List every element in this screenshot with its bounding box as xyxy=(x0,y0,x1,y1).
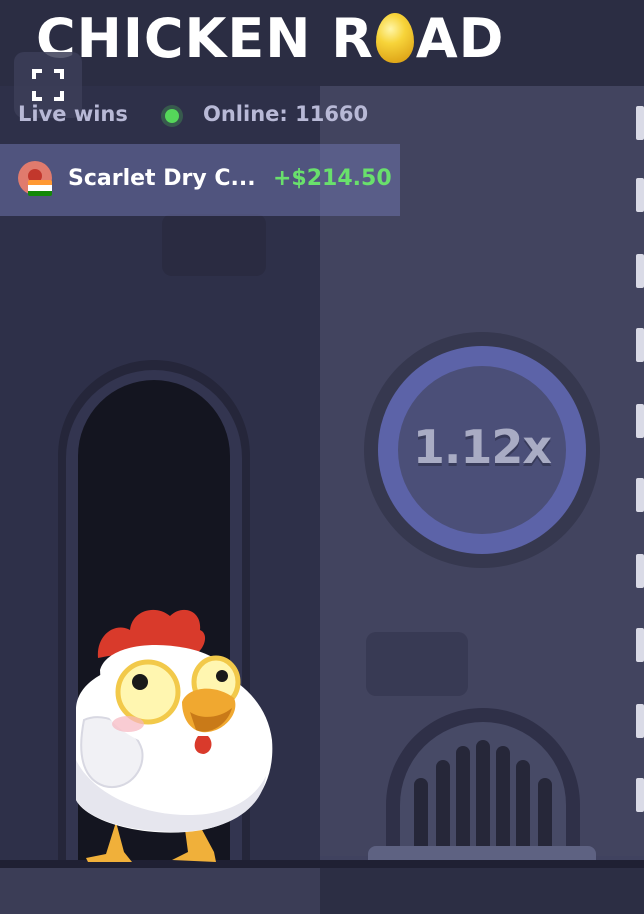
online-status-dot xyxy=(165,109,179,123)
winner-name: Scarlet Dry C... xyxy=(68,166,256,191)
lane-dash xyxy=(636,328,644,362)
game-stage: 1.12x CHICKEN R AD Live wins Online: 116… xyxy=(0,0,644,914)
online-count: Online: 11660 xyxy=(203,102,369,126)
india-flag-icon xyxy=(28,180,52,196)
floor-road xyxy=(320,868,644,914)
multiplier-value: 1.12x xyxy=(412,420,552,474)
wall-slot xyxy=(162,214,266,276)
lane-dash xyxy=(636,704,644,738)
logo-text-start: CHICKEN R xyxy=(36,7,374,70)
logo-text-end: AD xyxy=(415,7,505,70)
chicken-character xyxy=(76,609,273,862)
lane-dash xyxy=(636,178,644,212)
lane-dash xyxy=(636,404,644,438)
lane-dash xyxy=(636,778,644,812)
game-logo: CHICKEN R AD xyxy=(36,6,504,72)
lane-dash xyxy=(636,554,644,588)
egg-icon xyxy=(375,13,414,63)
lane-dash xyxy=(636,106,644,140)
lane-dash xyxy=(636,628,644,662)
wall-slot xyxy=(366,632,468,696)
win-amount: +$214.50 xyxy=(273,166,392,191)
lane-dash xyxy=(636,254,644,288)
lane-dash xyxy=(636,478,644,512)
live-wins-label[interactable]: Live wins xyxy=(18,102,128,126)
